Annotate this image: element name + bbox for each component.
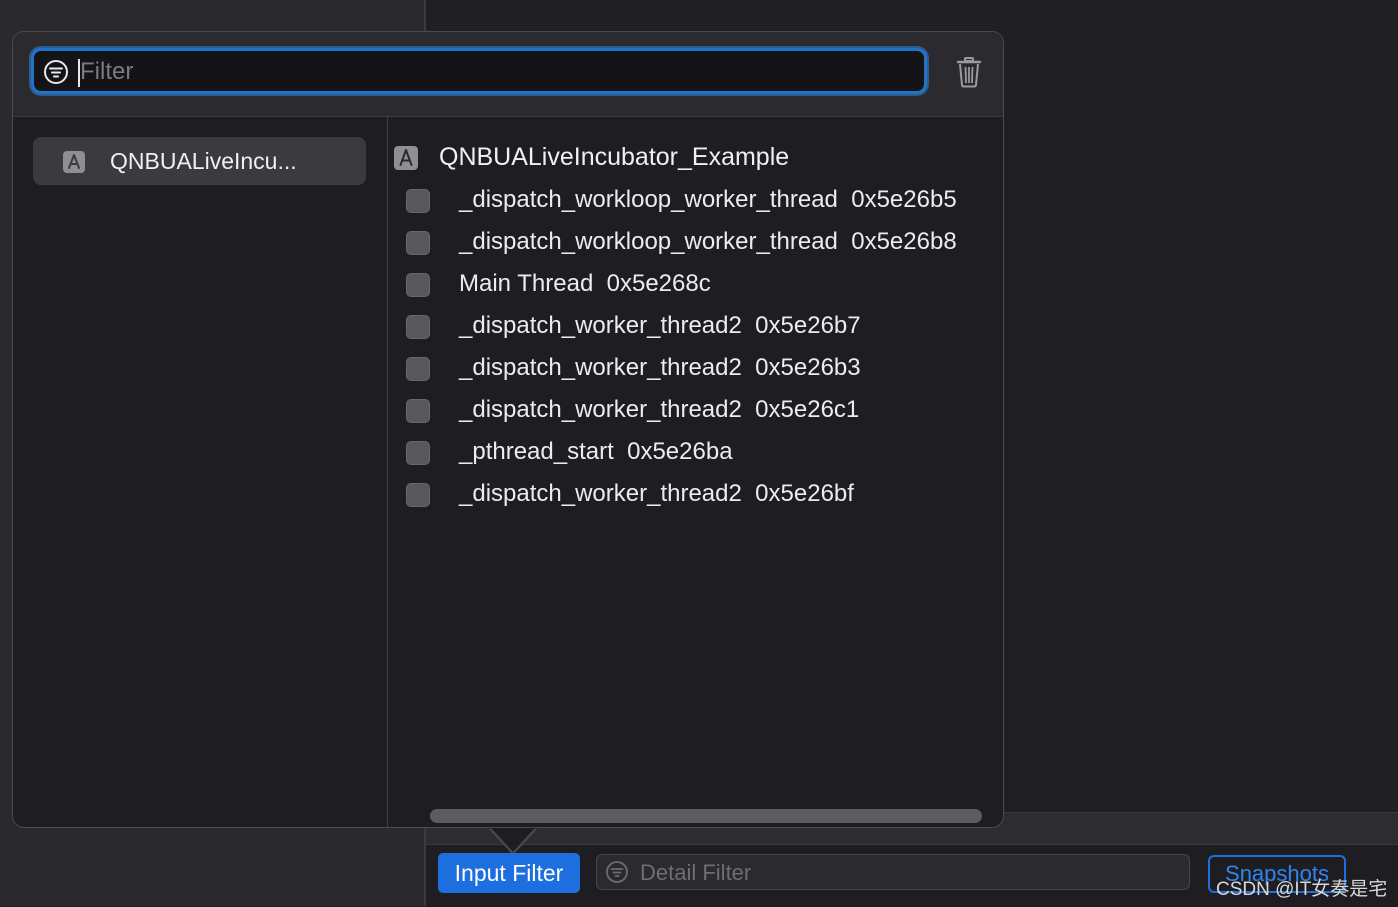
process-name: QNBUALiveIncubator_Example [439, 143, 790, 171]
thread-checkbox[interactable] [406, 231, 430, 255]
trash-icon[interactable] [955, 56, 983, 88]
thread-checkbox[interactable] [406, 483, 430, 507]
filter-icon [44, 60, 68, 84]
text-caret [78, 59, 80, 87]
detail-filter-field[interactable]: Detail Filter [596, 854, 1190, 890]
thread-label: _pthread_start 0x5e26ba [459, 438, 733, 465]
app-icon [63, 151, 85, 173]
sidebar-item-process[interactable]: QNBUALiveIncu... [33, 137, 366, 185]
thread-row[interactable]: _dispatch_workloop_worker_thread 0x5e26b… [406, 183, 996, 225]
detail-filter-placeholder: Detail Filter [640, 860, 752, 885]
thread-label: _dispatch_workloop_worker_thread 0x5e26b… [459, 228, 957, 255]
process-sidebar: QNBUALiveIncu... [13, 117, 388, 827]
thread-label: _dispatch_worker_thread2 0x5e26bf [459, 480, 854, 507]
thread-label: _dispatch_workloop_worker_thread 0x5e26b… [459, 186, 957, 213]
thread-checkbox[interactable] [406, 399, 430, 423]
thread-row[interactable]: _dispatch_worker_thread2 0x5e26bf [406, 477, 996, 519]
thread-row[interactable]: _dispatch_worker_thread2 0x5e26b7 [406, 309, 996, 351]
thread-checkbox[interactable] [406, 441, 430, 465]
popover-arrow [491, 828, 535, 852]
thread-checkbox[interactable] [406, 315, 430, 339]
thread-label: _dispatch_worker_thread2 0x5e26c1 [459, 396, 860, 423]
thread-checkbox[interactable] [406, 357, 430, 381]
horizontal-scrollbar[interactable] [430, 809, 982, 823]
input-filter-button[interactable]: Input Filter [438, 853, 580, 893]
filter-header [13, 32, 1003, 117]
thread-row[interactable]: _dispatch_workloop_worker_thread 0x5e26b… [406, 225, 996, 267]
filter-search-field[interactable] [31, 48, 927, 94]
thread-row[interactable]: _dispatch_worker_thread2 0x5e26c1 [406, 393, 996, 435]
thread-list: _dispatch_workloop_worker_thread 0x5e26b… [406, 183, 996, 519]
thread-row[interactable]: _dispatch_worker_thread2 0x5e26b3 [406, 351, 996, 393]
thread-checkbox[interactable] [406, 189, 430, 213]
thread-row[interactable]: _pthread_start 0x5e26ba [406, 435, 996, 477]
thread-row[interactable]: Main Thread 0x5e268c [406, 267, 996, 309]
filter-icon [606, 861, 628, 883]
thread-list-pane: QNBUALiveIncubator_Example _dispatch_wor… [388, 117, 1003, 827]
thread-label: _dispatch_worker_thread2 0x5e26b3 [459, 354, 861, 381]
thread-checkbox[interactable] [406, 273, 430, 297]
watermark: CSDN @IT女奏是宅 [1216, 879, 1388, 900]
filter-input[interactable] [78, 55, 912, 89]
thread-filter-popover: QNBUALiveIncu... QNBUALiveIncubator_Exam… [12, 31, 1004, 855]
thread-label: _dispatch_worker_thread2 0x5e26b7 [459, 312, 861, 339]
sidebar-item-label: QNBUALiveIncu... [110, 148, 297, 174]
thread-label: Main Thread 0x5e268c [459, 270, 711, 297]
app-icon [394, 146, 418, 170]
